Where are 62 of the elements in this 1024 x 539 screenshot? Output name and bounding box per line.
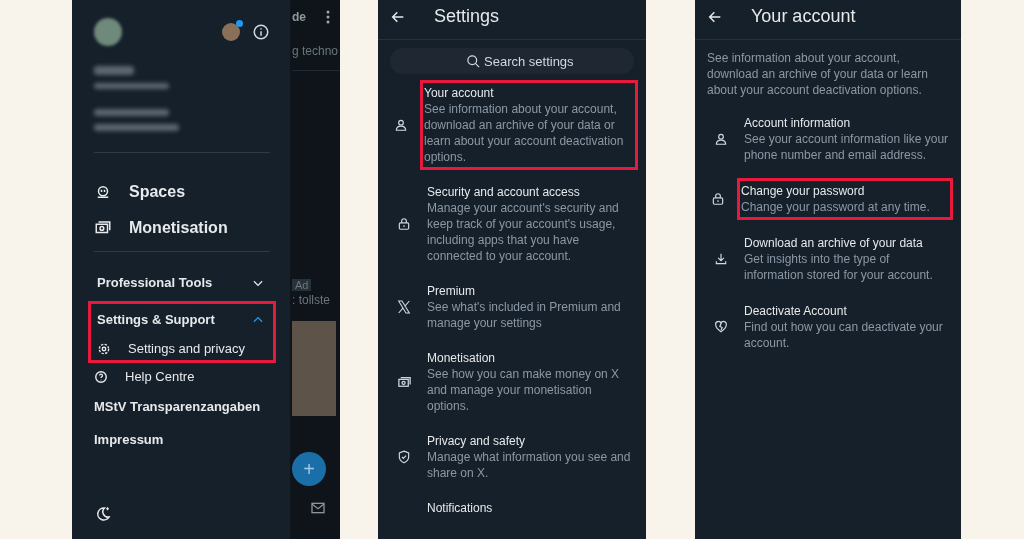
moon-icon[interactable]: [94, 505, 112, 523]
search-icon: [466, 54, 481, 69]
ad-label: Ad: [292, 279, 312, 291]
page-title: Your account: [751, 6, 856, 27]
settings-item[interactable]: Privacy and safety Manage what information you see and share on X.: [378, 428, 638, 486]
item-title: Notifications: [427, 500, 494, 516]
item-title: Your account: [424, 85, 495, 101]
download-icon: [714, 252, 728, 266]
blurred-name: [94, 66, 134, 75]
item-title: Privacy and safety: [427, 433, 527, 449]
item-title: Deactivate Account: [744, 303, 848, 319]
settings-item[interactable]: Notifications: [378, 495, 638, 521]
item-description: See how you can make money on X and manage your monetisation options.: [427, 366, 621, 414]
search-field[interactable]: Search settings: [390, 48, 634, 74]
section-toggle[interactable]: Professional Tools: [97, 267, 267, 298]
settings-item[interactable]: Security and account access Manage your account's security and keep track of your account's usage, including apps that you have connected to your account.: [378, 179, 638, 269]
item-description: See what's included in Premium and manage your settings: [427, 299, 622, 331]
money-icon: [396, 374, 412, 390]
menu-item[interactable]: Settings and privacy: [97, 335, 267, 360]
item-description: See your account information like your phone number and email address.: [744, 131, 949, 163]
item-title: Security and account access: [427, 184, 581, 200]
item-description: Get insights into the type of information stored for your account.: [744, 251, 934, 283]
avatar[interactable]: [94, 18, 122, 46]
info-icon[interactable]: [252, 23, 270, 41]
settings-item[interactable]: Monetisation See how you can make money on X and manage your monetisation options.: [378, 345, 638, 419]
item-description: Manage what information you see and share on X.: [427, 449, 632, 481]
item-title: Download an archive of your data: [744, 235, 924, 251]
item-title: Premium: [427, 283, 476, 299]
section-toggle[interactable]: Settings & Support: [97, 304, 267, 335]
lock-icon: [711, 192, 725, 206]
person-icon: [714, 132, 728, 146]
settings-item[interactable]: Download an archive of your data Get insights into the type of information stored for your account.: [695, 230, 953, 288]
item-description: Find out how you can deactivate your account.: [744, 319, 944, 351]
item-title: Change your password: [741, 183, 866, 199]
menu-item[interactable]: Monetisation: [94, 219, 228, 237]
help-icon: [94, 369, 108, 384]
settings-icon: [97, 341, 111, 356]
feed-header-text: de: [292, 10, 306, 24]
menu-item[interactable]: Help Centre: [94, 363, 195, 390]
mail-icon[interactable]: [310, 500, 326, 516]
intro-text: See information about your account, download an archive of your data or learn about your account deactivation options.: [707, 50, 929, 98]
settings-item[interactable]: Account information See your account information like your phone number and email address.: [695, 110, 953, 168]
more-icon[interactable]: [326, 10, 330, 24]
item-description: Change your password at any time.: [741, 199, 931, 215]
item-title: Monetisation: [427, 350, 497, 366]
shield-check-icon: [397, 450, 411, 464]
item-description: Manage your account's security and keep track of your account's usage, including apps that you have connected to your account.: [427, 200, 620, 264]
menu-item[interactable]: Spaces: [94, 183, 186, 201]
settings-item[interactable]: Deactivate Account Find out how you can deactivate your account.: [695, 298, 953, 356]
item-title: Account information: [744, 115, 852, 131]
page-title: Settings: [434, 6, 500, 27]
menu-item[interactable]: Impressum: [94, 423, 164, 456]
person-icon: [394, 118, 408, 132]
settings-item[interactable]: Premium See what's included in Premium and manage your settings: [378, 278, 638, 336]
item-description: See information about your account, download an archive of your data or learn about your account deactivation options.: [424, 101, 625, 165]
account-switch-avatar[interactable]: [222, 23, 240, 41]
post-text: : tollste: [292, 293, 330, 307]
feed-tab-text: g techno: [292, 44, 339, 58]
lock-icon: [397, 217, 411, 231]
x-logo-icon: [396, 299, 412, 315]
broken-heart-icon: [714, 320, 728, 334]
menu-item[interactable]: MStV Transparenzangaben: [94, 390, 261, 423]
